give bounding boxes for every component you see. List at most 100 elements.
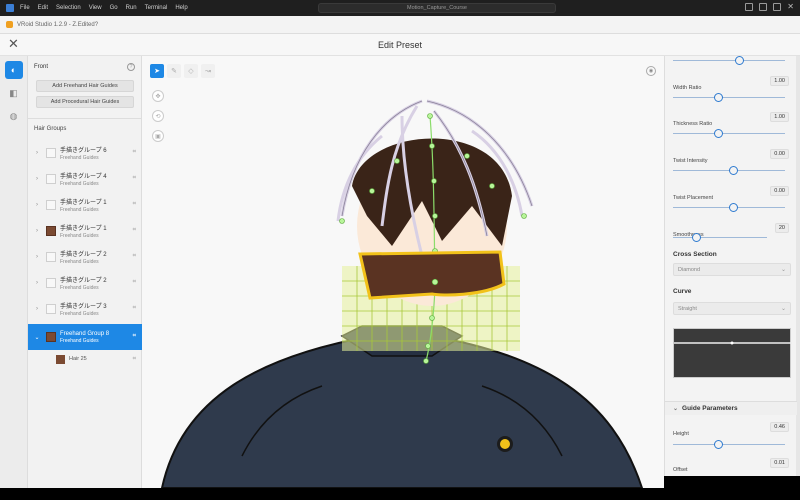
layout-icon[interactable] [773,3,782,11]
guide-point [431,278,439,286]
visibility-icon[interactable]: ⌗ [133,149,136,156]
visibility-icon[interactable]: ⌗ [133,253,136,260]
expand-chevron-icon[interactable]: › [32,150,42,156]
expand-chevron-icon[interactable]: › [32,306,42,312]
slider-knob[interactable] [729,166,738,175]
slider-knob[interactable] [714,93,723,102]
smoothness-slider[interactable] [673,233,767,242]
twist-intensity-label: Twist Intensity [673,158,708,164]
command-search[interactable]: Motion_Capture_Course [318,3,556,13]
hair-group-item[interactable]: › 手描きグループ 3 Freehand Guides ⌗ [28,296,142,322]
hair-group-item[interactable]: › 手描きグループ 1 Freehand Guides ⌗ [28,218,142,244]
frame-view-icon[interactable]: ▣ [152,130,164,142]
hair-groups-panel: Front ? Add Freehand Hair Guides Add Pro… [28,56,142,488]
twist-intensity-param: Twist Intensity 0.00 [673,149,791,167]
menu-edit[interactable]: Edit [38,5,48,11]
expand-chevron-icon[interactable]: › [32,254,42,260]
slider-knob[interactable] [692,233,701,242]
slider-knob[interactable] [729,203,738,212]
hair-icon[interactable]: ◐ [4,61,23,79]
add-procedural-guides-button[interactable]: Add Procedural Hair Guides [36,96,134,108]
top-slider[interactable] [673,56,785,65]
width-ratio-value[interactable]: 1.00 [770,76,789,86]
button-gold [500,439,510,449]
character-render [160,99,644,488]
cross-section-select[interactable]: Diamond ⌄ [673,263,791,276]
visibility-icon[interactable]: ⌗ [133,227,136,234]
jacket-shape [160,335,644,488]
brush-tool-icon[interactable]: ✎ [167,64,181,78]
curve-select[interactable]: Straight ⌄ [673,302,791,315]
slider-knob[interactable] [735,56,744,65]
accessory-icon[interactable]: ◍ [5,107,23,125]
visibility-icon[interactable]: ⌗ [133,356,136,363]
curve-editor[interactable] [673,328,792,378]
hair-group-item[interactable]: › 手描きグループ 4 Freehand Guides ⌗ [28,166,142,192]
group-color-swatch [46,332,56,342]
menu-help[interactable]: Help [175,5,187,11]
hair-group-item[interactable]: › 手描きグループ 6 Freehand Guides ⌗ [28,140,142,166]
visibility-icon[interactable]: ⌗ [133,279,136,286]
visibility-icon[interactable]: ⌗ [133,305,136,312]
add-freehand-guides-button[interactable]: Add Freehand Hair Guides [36,80,134,92]
smoothness-value[interactable]: 20 [774,223,789,233]
group-name: 手描きグループ 6 [60,148,107,154]
hair-group-item[interactable]: › 手描きグループ 2 Freehand Guides ⌗ [28,244,142,270]
body-icon[interactable]: ◧ [5,84,23,102]
menu-file[interactable]: File [20,5,30,11]
thickness-ratio-slider[interactable] [673,129,785,138]
close-icon[interactable]: ✕ [8,37,19,51]
select-tool-icon[interactable]: ➤ [150,64,164,78]
smooth-tool-icon[interactable]: ↝ [201,64,215,78]
menu-bar: File Edit Selection View Go Run Terminal… [0,0,800,16]
curve-point[interactable] [730,341,734,345]
eraser-tool-icon[interactable]: ◇ [184,64,198,78]
menu-go[interactable]: Go [110,5,118,11]
group-name: Freehand Group 8 [60,330,110,337]
expand-chevron-icon[interactable]: › [32,280,42,286]
twist-placement-slider[interactable] [673,203,785,212]
visibility-icon[interactable]: ⌗ [133,201,136,208]
slider-knob[interactable] [714,129,723,138]
group-color-swatch [46,226,56,236]
group-color-swatch [46,252,56,262]
toggle-panel-icon[interactable] [745,3,754,11]
cross-section-value: Diamond [678,266,701,273]
menu-view[interactable]: View [89,5,102,11]
guide-parameters-header[interactable]: ⌄ Guide Parameters [665,401,797,415]
width-ratio-label: Width Ratio [673,85,702,91]
expand-chevron-icon[interactable]: › [32,176,42,182]
expand-chevron-icon[interactable]: ⌄ [32,334,42,341]
visibility-icon[interactable]: ⌗ [133,333,136,340]
height-value[interactable]: 0.46 [770,422,789,432]
height-slider[interactable] [673,440,785,449]
menu-selection[interactable]: Selection [56,5,81,11]
menu-run[interactable]: Run [126,5,137,11]
slider-knob[interactable] [714,440,723,449]
expand-chevron-icon[interactable]: › [32,228,42,234]
offset-label: Offset [673,467,688,473]
visibility-icon[interactable]: ⌗ [133,175,136,182]
window-close-icon[interactable]: ✕ [787,3,794,11]
thickness-ratio-param: Thickness Ratio 1.00 [673,112,791,130]
twist-intensity-value[interactable]: 0.00 [770,149,789,159]
twist-intensity-slider[interactable] [673,166,785,175]
camera-reset-icon[interactable]: ◉ [646,66,656,76]
properties-panel: Width Ratio 1.00 Thickness Ratio 1.00 Tw… [664,56,800,476]
thickness-ratio-value[interactable]: 1.00 [770,112,789,122]
hair-group-item[interactable]: › 手描きグループ 2 Freehand Guides ⌗ [28,270,142,296]
help-icon[interactable]: ? [127,63,135,71]
expand-chevron-icon[interactable]: › [32,202,42,208]
toggle-sidebar-icon[interactable] [759,3,768,11]
move-view-icon[interactable]: ✥ [152,90,164,102]
3d-viewport[interactable]: ➤ ✎ ◇ ↝ ✥ ⟲ ▣ ◉ [142,56,664,488]
width-ratio-slider[interactable] [673,93,785,102]
menu-terminal[interactable]: Terminal [145,5,168,11]
rotate-view-icon[interactable]: ⟲ [152,110,164,122]
hair-item[interactable]: Hair 25 ⌗ [28,351,142,367]
offset-value[interactable]: 0.01 [770,458,789,468]
twist-placement-value[interactable]: 0.00 [770,186,789,196]
group-type: Freehand Guides [60,155,99,161]
hair-group-item[interactable]: › 手描きグループ 1 Freehand Guides ⌗ [28,192,142,218]
hair-group-item-selected[interactable]: ⌄ Freehand Group 8 Freehand Guides ⌗ [28,324,142,350]
